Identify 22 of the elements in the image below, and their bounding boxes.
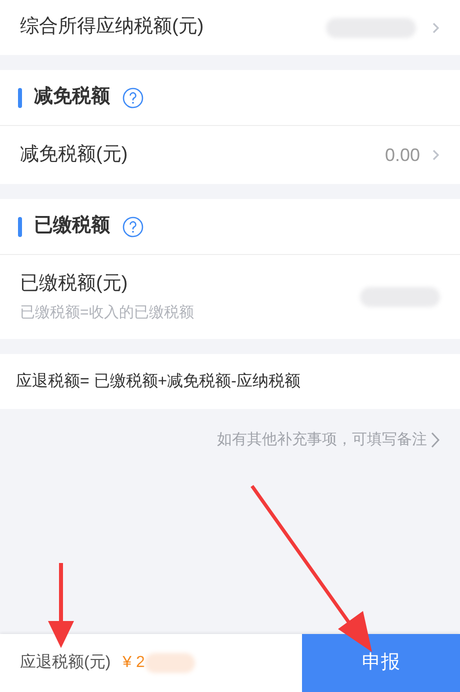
list-row[interactable]: 减免税额(元) 0.00 — [0, 126, 460, 184]
row-label: 已缴税额(元) — [20, 272, 129, 296]
formula-text: 应退税额= 已缴税额+减免税额-应纳税额 — [16, 372, 300, 392]
section-title: 已缴税额 — [34, 214, 110, 238]
blurred-value — [144, 653, 195, 673]
arrow-icon — [250, 484, 375, 654]
chevron-right-icon — [431, 432, 440, 448]
row-label: 减免税额(元) — [20, 142, 128, 167]
arrow-icon — [48, 563, 74, 648]
chevron-right-icon — [432, 149, 440, 161]
refund-amount: ¥ 2 — [122, 653, 145, 673]
section-marker — [18, 88, 22, 108]
list-row[interactable]: 已缴税额(元) 已缴税额=收入的已缴税额 — [0, 255, 460, 339]
section-title: 减免税额 — [34, 84, 110, 110]
row-hint: 已缴税额=收入的已缴税额 — [20, 303, 194, 323]
refund-label: 应退税额(元) — [20, 652, 111, 673]
chevron-right-icon — [432, 22, 440, 34]
row-label: 综合所得应纳税额(元) — [20, 15, 204, 40]
help-icon[interactable] — [122, 216, 144, 238]
help-icon[interactable] — [122, 86, 144, 108]
section-marker — [18, 216, 22, 236]
row-value: 0.00 — [384, 144, 420, 166]
